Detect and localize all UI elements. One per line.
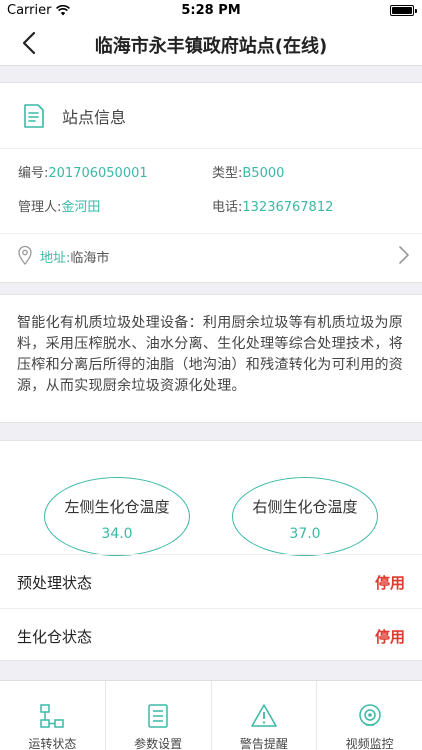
tab-warning-alerts[interactable]: 警告提醒 — [212, 681, 318, 750]
station-info-card: 站点信息 编号:201706050001 类型:B5000 管理人:金河田 电话… — [0, 82, 422, 283]
address-text: 地址:临海市 — [40, 247, 109, 266]
type-label: 类型: — [212, 166, 243, 181]
navigation-bar: 临海市永丰镇政府站点(在线) — [0, 22, 422, 66]
page-title: 临海市永丰镇政府站点(在线) — [94, 36, 328, 57]
clock: 5:28 PM — [181, 3, 241, 18]
tab-parameter-settings[interactable]: 参数设置 — [106, 681, 212, 750]
left-temperature-label: 左侧生化仓温度 — [64, 498, 170, 516]
bottom-tab-bar: 运转状态 参数设置 警告提醒 视频监控 — [0, 680, 422, 750]
station-manager: 管理人:金河田 — [18, 196, 100, 215]
left-temperature-value: 34.0 — [101, 526, 133, 542]
tab-label: 视频监控 — [345, 737, 394, 750]
section-title: 站点信息 — [62, 107, 127, 127]
pretreatment-status-value: 停用 — [374, 574, 405, 592]
document-icon — [24, 103, 44, 128]
chevron-right-icon — [399, 246, 409, 264]
left-temperature-gauge: 左侧生化仓温度 34.0 — [44, 477, 190, 556]
right-temperature-gauge: 右侧生化仓温度 37.0 — [232, 477, 378, 556]
tab-label: 参数设置 — [134, 737, 183, 750]
list-icon — [148, 704, 168, 728]
phone-value[interactable]: 13236767812 — [242, 200, 333, 215]
address-row[interactable]: 地址:临海市 — [0, 233, 422, 283]
address-value: 临海市 — [70, 251, 110, 266]
tab-label: 警告提醒 — [239, 737, 288, 750]
biochem-status-label: 生化仓状态 — [17, 628, 93, 646]
tab-label: 运转状态 — [28, 737, 77, 750]
phone-label: 电话: — [212, 200, 243, 215]
station-type: 类型:B5000 — [212, 162, 284, 181]
battery-icon — [390, 5, 417, 16]
temperature-card: 左侧生化仓温度 34.0 右侧生化仓温度 37.0 预处理状态 停用 生化仓状态… — [0, 440, 422, 661]
address-label: 地址: — [40, 251, 71, 266]
station-phone: 电话:13236767812 — [212, 196, 333, 215]
right-temperature-value: 37.0 — [289, 526, 321, 542]
pretreatment-status-row: 预处理状态 停用 — [0, 554, 422, 608]
description-card: 智能化有机质垃圾处理设备：利用厨余垃圾等有机质垃圾为原料，采用压榨脱水、油水分离… — [0, 294, 422, 423]
description-text: 智能化有机质垃圾处理设备：利用厨余垃圾等有机质垃圾为原料，采用压榨脱水、油水分离… — [17, 315, 404, 394]
flow-icon — [40, 704, 65, 728]
tab-operation-status[interactable]: 运转状态 — [0, 681, 106, 750]
biochem-status-row: 生化仓状态 停用 — [0, 608, 422, 662]
id-value: 201706050001 — [48, 166, 148, 181]
pretreatment-status-label: 预处理状态 — [17, 574, 93, 592]
manager-label: 管理人: — [18, 200, 62, 215]
type-value: B5000 — [242, 166, 285, 181]
biochem-status-value: 停用 — [374, 628, 405, 646]
location-pin-icon — [18, 245, 32, 265]
camera-icon — [358, 704, 381, 726]
id-label: 编号: — [18, 166, 49, 181]
tab-video-monitoring[interactable]: 视频监控 — [317, 681, 422, 750]
right-temperature-label: 右侧生化仓温度 — [252, 498, 358, 516]
station-id: 编号:201706050001 — [18, 162, 148, 181]
manager-value: 金河田 — [61, 200, 101, 215]
status-bar: Carrier 5:28 PM — [0, 0, 422, 22]
warning-icon — [251, 704, 277, 727]
station-info-header: 站点信息 — [0, 83, 422, 149]
